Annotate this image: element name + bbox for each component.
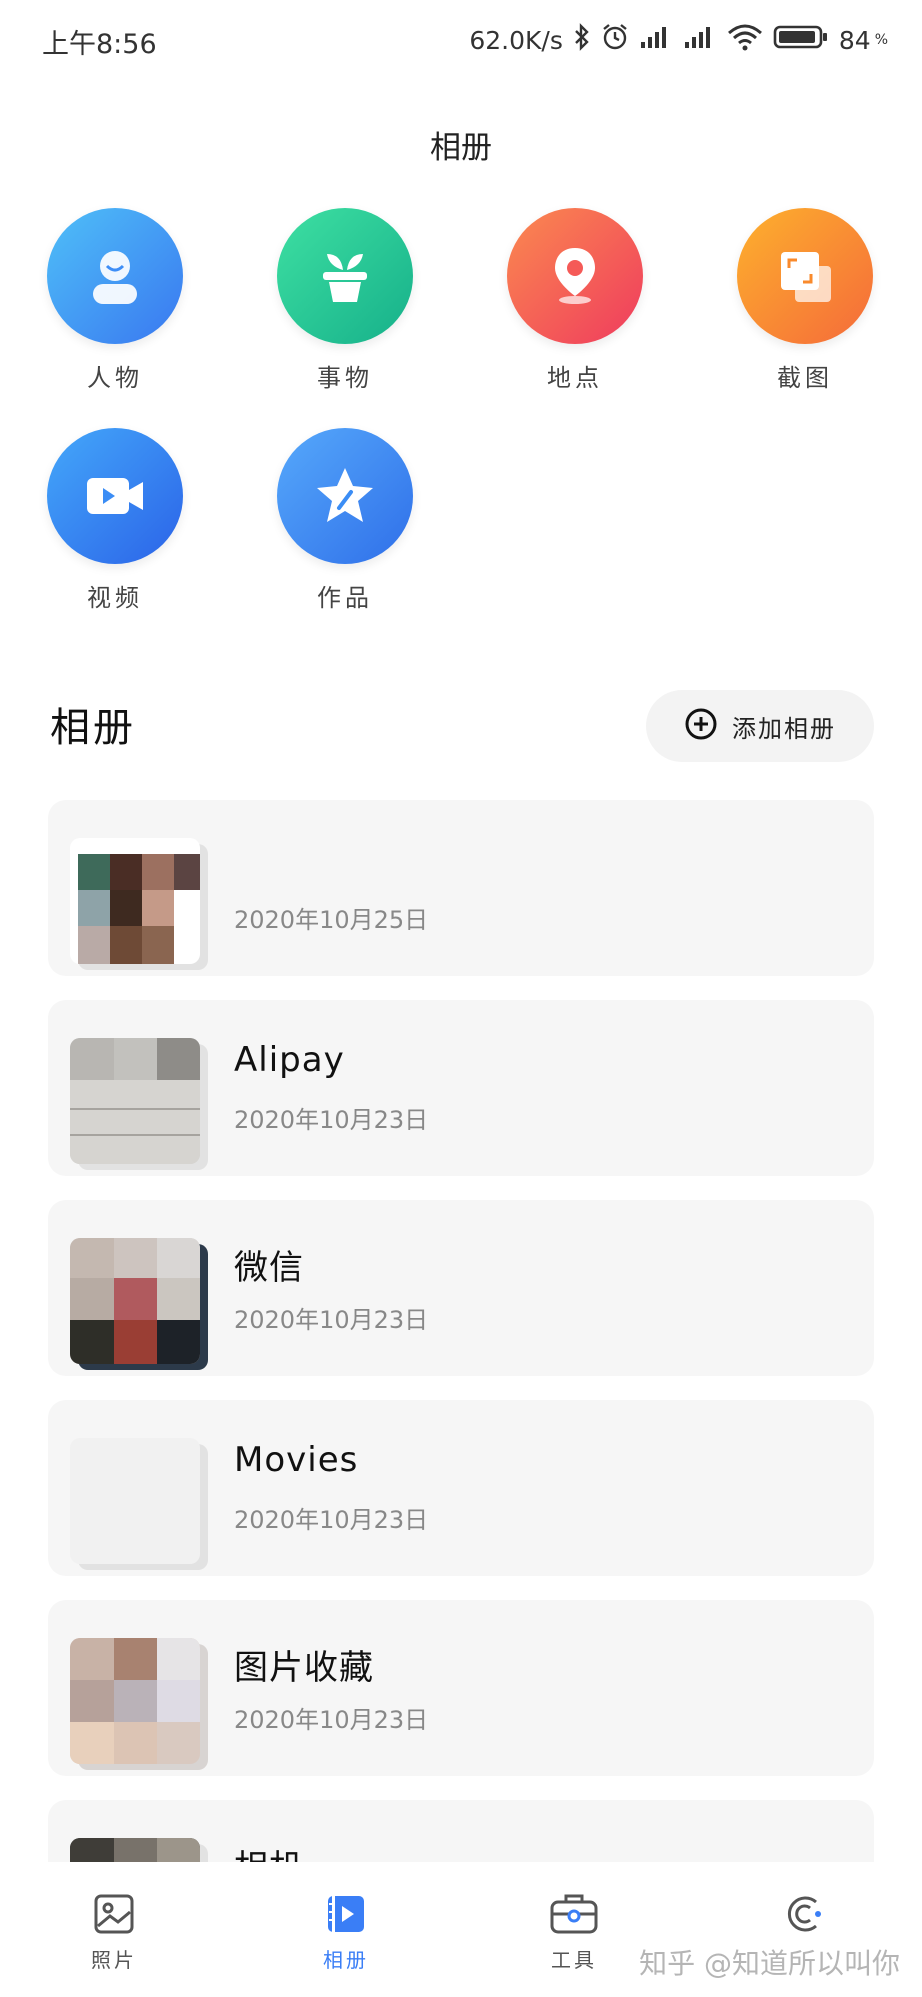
album-name: 图片收藏 bbox=[234, 1648, 374, 1688]
album-thumbnail bbox=[70, 1638, 200, 1764]
add-album-button[interactable]: 添加相册 bbox=[646, 690, 874, 762]
album-thumbnail bbox=[70, 838, 200, 964]
album-date: 2020年10月25日 bbox=[234, 906, 429, 934]
category-places[interactable]: 地点 bbox=[490, 208, 660, 393]
category-label: 地点 bbox=[547, 364, 603, 392]
album-date: 2020年10月23日 bbox=[234, 1106, 429, 1134]
page-title: 相册 bbox=[430, 130, 492, 166]
category-label: 视频 bbox=[87, 584, 143, 612]
add-circle-icon bbox=[684, 707, 718, 745]
network-speed: 62.0K/s bbox=[469, 25, 563, 55]
album-date: 2020年10月23日 bbox=[234, 1506, 429, 1534]
status-icons: 62.0K/s 84 % bbox=[469, 22, 888, 58]
category-label: 事物 bbox=[317, 364, 373, 392]
photo-icon bbox=[92, 1894, 136, 1940]
add-album-label: 添加相册 bbox=[732, 714, 836, 743]
album-date: 2020年10月23日 bbox=[234, 1706, 429, 1734]
plant-pot-icon bbox=[277, 208, 413, 344]
video-icon bbox=[47, 428, 183, 564]
category-label: 作品 bbox=[317, 584, 373, 612]
nav-label: 相册 bbox=[323, 1948, 369, 1972]
toolbox-icon bbox=[548, 1894, 600, 1940]
bluetooth-icon bbox=[573, 23, 591, 57]
location-pin-icon bbox=[507, 208, 643, 344]
album-item[interactable]: 图片收藏 2020年10月23日 bbox=[48, 1600, 874, 1776]
album-icon bbox=[324, 1896, 368, 1940]
album-thumbnail bbox=[70, 1438, 200, 1564]
nav-label: 照片 bbox=[91, 1948, 137, 1972]
signal-icon-2 bbox=[683, 24, 717, 56]
album-name: Movies bbox=[234, 1440, 359, 1480]
albums-section-title: 相册 bbox=[50, 705, 136, 751]
nav-creative[interactable] bbox=[744, 1892, 864, 1944]
wifi-icon bbox=[727, 23, 763, 57]
watermark-text: 知乎 @知道所以叫你 bbox=[639, 1947, 900, 1980]
category-works[interactable]: 作品 bbox=[260, 428, 430, 613]
battery-unit: % bbox=[874, 32, 888, 48]
screenshot-icon bbox=[737, 208, 873, 344]
album-name: 微信 bbox=[234, 1248, 304, 1288]
category-people[interactable]: 人物 bbox=[30, 208, 200, 393]
star-brush-icon bbox=[277, 428, 413, 564]
album-item[interactable]: Movies 2020年10月23日 bbox=[48, 1400, 874, 1576]
category-things[interactable]: 事物 bbox=[260, 208, 430, 393]
album-item[interactable]: 2020年10月25日 bbox=[48, 800, 874, 976]
album-item[interactable]: 微信 2020年10月23日 bbox=[48, 1200, 874, 1376]
category-label: 截图 bbox=[777, 364, 833, 392]
nav-albums[interactable]: 相册 bbox=[286, 1892, 406, 1973]
category-screenshots[interactable]: 截图 bbox=[720, 208, 890, 393]
nav-label: 工具 bbox=[551, 1948, 597, 1972]
category-label: 人物 bbox=[87, 364, 143, 392]
status-bar: 上午8:56 62.0K/s 84 % bbox=[0, 0, 922, 80]
nav-tools[interactable]: 工具 bbox=[514, 1892, 634, 1973]
album-thumbnail bbox=[70, 1238, 200, 1364]
nav-photos[interactable]: 照片 bbox=[54, 1892, 174, 1973]
person-icon bbox=[47, 208, 183, 344]
album-thumbnail bbox=[70, 1038, 200, 1164]
creative-icon bbox=[782, 1896, 826, 1940]
category-videos[interactable]: 视频 bbox=[30, 428, 200, 613]
album-item[interactable]: Alipay 2020年10月23日 bbox=[48, 1000, 874, 1176]
album-name: Alipay bbox=[234, 1040, 345, 1080]
album-date: 2020年10月23日 bbox=[234, 1306, 429, 1334]
signal-icon bbox=[639, 24, 673, 56]
alarm-icon bbox=[601, 23, 629, 57]
battery-level: 84 bbox=[838, 25, 871, 55]
battery-icon bbox=[773, 23, 829, 57]
status-time: 上午8:56 bbox=[42, 29, 157, 60]
bottom-navigation: 照片 相册 工具 知乎 @知道所以叫你 bbox=[0, 1862, 922, 1997]
